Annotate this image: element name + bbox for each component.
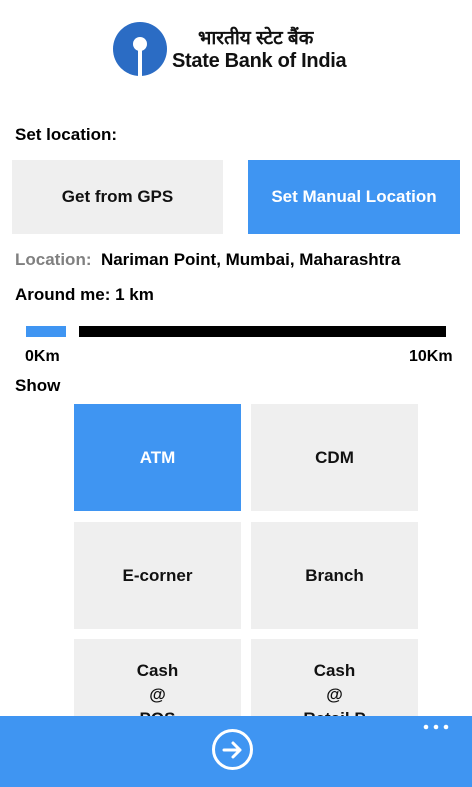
cash-at-pos-option[interactable]: Cash @ POS <box>74 639 241 716</box>
app-header: भारतीय स्टेट बैंक State Bank of India <box>0 0 472 95</box>
cash-pos-line-2: @ <box>149 685 166 704</box>
range-min-label: 0Km <box>25 348 60 365</box>
range-slider-track[interactable] <box>79 326 446 337</box>
arrow-right-icon <box>222 741 241 758</box>
range-max-label: 10Km <box>409 348 453 365</box>
cdm-option[interactable]: CDM <box>251 404 418 511</box>
branch-option[interactable]: Branch <box>251 522 418 629</box>
app-bar <box>0 716 472 787</box>
e-corner-option[interactable]: E-corner <box>74 522 241 629</box>
show-title: Show <box>15 376 61 395</box>
cash-pos-line-1: Cash <box>136 661 179 680</box>
location-value: Nariman Point, Mumbai, Maharashtra <box>100 250 401 269</box>
cash-pos-line-3: POS <box>140 707 176 716</box>
atm-option[interactable]: ATM <box>74 404 241 511</box>
set-location-title: Set location: <box>15 125 118 144</box>
range-slider-fill[interactable] <box>26 326 66 337</box>
sbi-logo-icon <box>113 22 167 76</box>
bank-name-hindi: भारतीय स्टेट बैंक <box>198 28 314 49</box>
cash-at-retail-option[interactable]: Cash @ Retail P <box>251 639 418 716</box>
get-from-gps-button[interactable]: Get from GPS <box>12 160 223 234</box>
cash-retail-line-1: Cash <box>313 661 356 680</box>
cash-retail-line-2: @ <box>326 685 343 704</box>
cash-retail-line-3: Retail P <box>303 707 365 716</box>
range-label: Around me: 1 km <box>15 285 154 304</box>
more-options-icon[interactable] <box>422 720 450 738</box>
set-manual-location-button[interactable]: Set Manual Location <box>248 160 460 234</box>
location-label: Location: <box>15 250 92 269</box>
go-button[interactable] <box>212 729 253 770</box>
location-row: Location: Nariman Point, Mumbai, Maharas… <box>15 250 400 270</box>
bank-name: State Bank of India <box>172 50 347 72</box>
